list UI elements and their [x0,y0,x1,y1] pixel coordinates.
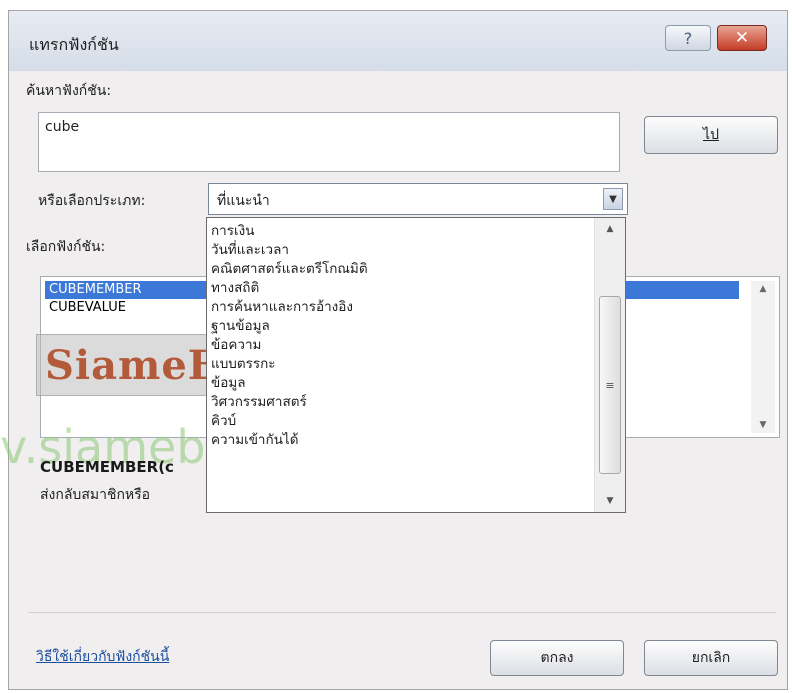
scroll-up-icon[interactable]: ▲ [751,281,775,297]
go-button-label: ไป [703,127,719,143]
dropdown-arrow-icon[interactable]: ▼ [603,188,623,210]
category-label: หรือเลือกประเภท: [38,193,146,209]
function-list-label: เลือกฟังก์ชัน: [26,239,106,255]
category-option-date-time[interactable]: วันที่และเวลา [211,241,289,260]
function-help-link[interactable]: วิธีใช้เกี่ยวกับฟังก์ชันนี้ [36,646,169,668]
scroll-down-icon[interactable]: ▼ [751,417,775,433]
category-option-engineering[interactable]: วิศวกรรมศาสตร์ [211,393,307,412]
category-select[interactable]: ที่แนะนำ ▼ [208,183,628,215]
function-syntax: CUBEMEMBER(c [40,458,174,476]
dropdown-scroll-thumb[interactable]: ≡ [599,296,621,474]
category-option-cube[interactable]: คิวบ์ [211,412,236,431]
search-input[interactable]: cube [38,112,620,172]
category-option-statistical[interactable]: ทางสถิติ [211,279,259,298]
help-button[interactable]: ? [665,25,711,51]
cancel-button[interactable]: ยกเลิก [644,640,778,676]
function-description: ส่งกลับสมาชิกหรือ [40,487,151,503]
go-button[interactable]: ไป [644,116,778,154]
category-option-logical[interactable]: แบบตรรกะ [211,355,276,374]
category-option-database[interactable]: ฐานข้อมูล [211,317,270,336]
close-button[interactable]: ✕ [717,25,767,51]
question-icon: ? [683,28,693,48]
function-item-cubevalue[interactable]: CUBEVALUE [45,299,130,317]
close-icon: ✕ [734,28,750,48]
title-bar: แทรกฟังก์ชัน ? ✕ [9,11,787,71]
search-label: ค้นหาฟังก์ชัน: [26,80,111,102]
category-option-lookup-reference[interactable]: การค้นหาและการอ้างอิง [211,298,353,317]
search-input-value: cube [45,119,80,135]
dropdown-scroll-down-icon[interactable]: ▼ [595,492,625,510]
category-option-financial[interactable]: การเงิน [211,222,254,241]
category-option-information[interactable]: ข้อมูล [211,374,246,393]
category-option-text[interactable]: ข้อความ [211,336,261,355]
category-option-compatibility[interactable]: ความเข้ากันได้ [211,431,298,450]
category-dropdown-list[interactable]: การเงิน วันที่และเวลา คณิตศาสตร์และตรีโก… [206,217,626,513]
category-selected-value: ที่แนะนำ [217,193,270,209]
category-option-math-trig[interactable]: คณิตศาสตร์และตรีโกณมิติ [211,260,368,279]
ok-button-label: ตกลง [540,650,574,666]
cancel-button-label: ยกเลิก [691,650,731,666]
dropdown-scrollbar[interactable]: ▲ ≡ ▼ [594,218,625,512]
footer-separator [28,612,776,613]
dialog-title: แทรกฟังก์ชัน [29,35,119,54]
dropdown-scroll-up-icon[interactable]: ▲ [595,220,625,238]
search-label-text: ค้นหาฟังก์ชัน: [26,83,112,99]
function-list-scrollbar[interactable]: ▲ ▼ [751,281,775,433]
ok-button[interactable]: ตกลง [490,640,624,676]
